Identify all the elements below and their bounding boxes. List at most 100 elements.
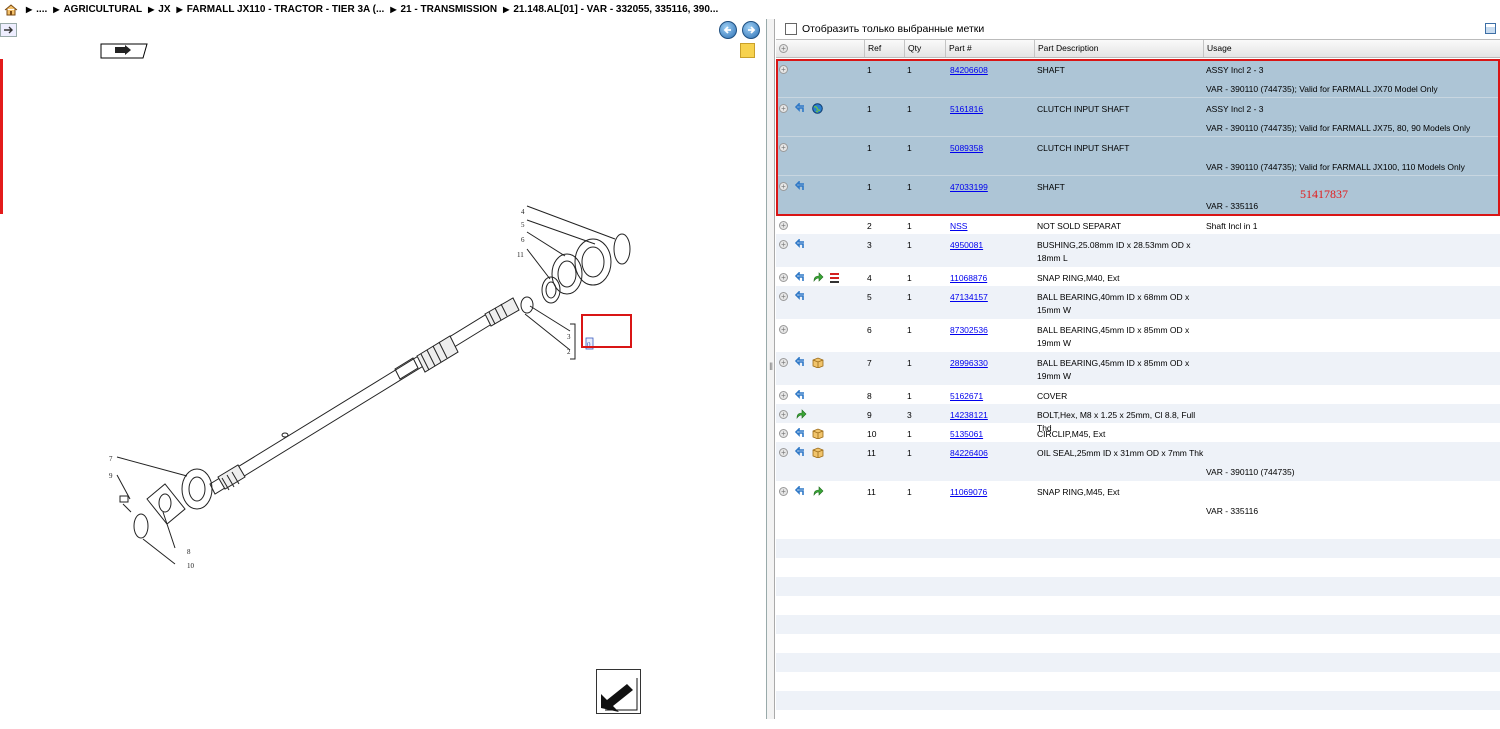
column-header-qty[interactable]: Qty xyxy=(904,40,946,57)
part-number-link[interactable]: 5135061 xyxy=(950,429,983,439)
table-row[interactable]: +3 1 4950081 BUSHING,25.08mm ID x 28.53mm O… xyxy=(776,234,1500,267)
list-red-icon[interactable] xyxy=(829,272,840,283)
replace-arrow-icon[interactable] xyxy=(794,271,806,283)
forward-green-icon[interactable] xyxy=(795,409,807,420)
part-number-link[interactable]: 5161816 xyxy=(950,104,983,114)
empty-row xyxy=(776,672,1500,691)
callout-label: 6 xyxy=(521,236,525,244)
expand-row-icon[interactable]: + xyxy=(779,182,788,191)
part-number-link[interactable]: 28996330 xyxy=(950,358,988,368)
show-selected-checkbox[interactable] xyxy=(785,23,797,35)
replace-arrow-icon[interactable] xyxy=(794,356,806,368)
breadcrumb-item[interactable]: 21.148.AL[01] - VAR - 332055, 335116, 39… xyxy=(513,4,718,15)
table-row[interactable]: +1 1 47033199 SHAFT VAR - 335116 xyxy=(776,176,1500,215)
part-number-link[interactable]: 84206608 xyxy=(950,65,988,75)
box-icon[interactable] xyxy=(812,428,824,440)
table-row[interactable]: +1 1 5089358 CLUTCH INPUT SHAFT VAR - 390110… xyxy=(776,137,1500,176)
table-row[interactable]: +6 1 87302536 BALL BEARING,45mm ID x 85mm O… xyxy=(776,319,1500,352)
table-row[interactable]: +5 1 47134157 BALL BEARING,40mm ID x 68mm O… xyxy=(776,286,1500,319)
expand-row-icon[interactable]: + xyxy=(779,448,788,457)
forward-green-icon[interactable] xyxy=(812,272,824,283)
part-number-link[interactable]: 11069076 xyxy=(950,487,987,497)
ref-cell: 11 xyxy=(867,448,876,458)
table-row[interactable]: +1 1 84206608 SHAFT ASSY Incl 2 - 3 VAR - 390… xyxy=(776,59,1500,98)
globe-icon[interactable] xyxy=(812,103,823,114)
table-row[interactable]: +11 1 84226406 OIL SEAL,25mm ID x 31mm OD x… xyxy=(776,442,1500,481)
description-cell: CIRCLIP,M45, Ext xyxy=(1037,429,1106,439)
expand-row-icon[interactable]: + xyxy=(779,292,788,301)
part-number-link[interactable]: 4950081 xyxy=(950,240,983,250)
column-header-ref[interactable]: Ref xyxy=(864,40,906,57)
description-cell: OIL SEAL,25mm ID x 31mm OD x 7mm Thk xyxy=(1037,448,1204,458)
part-number-link[interactable]: 14238121 xyxy=(950,410,988,420)
description-cell: NOT SOLD SEPARAT xyxy=(1037,221,1122,231)
replace-arrow-icon[interactable] xyxy=(794,485,806,497)
expand-row-icon[interactable]: + xyxy=(779,104,788,113)
parts-toolbar: Отобразить только выбранные метки xyxy=(776,19,1500,39)
expand-row-icon[interactable]: + xyxy=(779,391,788,400)
expand-row-icon[interactable]: + xyxy=(779,358,788,367)
expand-row-icon[interactable]: + xyxy=(779,410,788,419)
breadcrumb-item[interactable]: 21 - TRANSMISSION xyxy=(400,4,497,15)
table-row[interactable]: +8 1 5162671 COVER xyxy=(776,385,1500,404)
home-icon[interactable] xyxy=(4,3,18,16)
part-number-link[interactable]: 5162671 xyxy=(950,391,983,401)
description-cell: CLUTCH INPUT SHAFT xyxy=(1037,143,1130,153)
replace-arrow-icon[interactable] xyxy=(794,290,806,302)
breadcrumb-item[interactable]: JX xyxy=(158,4,170,15)
replace-arrow-icon[interactable] xyxy=(794,389,806,401)
breadcrumb-item[interactable]: FARMALL JX110 - TRACTOR - TIER 3A (... xyxy=(187,4,385,15)
table-row[interactable]: +1 1 5161816 CLUTCH INPUT SHAFT ASSY Incl 2 … xyxy=(776,98,1500,137)
expand-row-icon[interactable]: + xyxy=(779,325,788,334)
expand-row-icon[interactable]: + xyxy=(779,240,788,249)
callout-label: 4 xyxy=(521,208,525,216)
expand-row-icon[interactable]: + xyxy=(779,143,788,152)
table-settings-icon[interactable] xyxy=(1485,23,1496,34)
expand-row-icon[interactable]: + xyxy=(779,273,788,282)
breadcrumb-item[interactable]: .... xyxy=(36,4,47,15)
breadcrumb-item[interactable]: AGRICULTURAL xyxy=(63,4,142,15)
expand-row-icon[interactable]: + xyxy=(779,429,788,438)
table-row[interactable]: +2 1 NSS NOT SOLD SEPARAT Shaft Incl in 1 xyxy=(776,215,1500,234)
usage-cell: VAR - 390110 (744735); Valid for FARMALL… xyxy=(1206,123,1471,133)
forward-green-icon[interactable] xyxy=(812,486,824,497)
column-header-part[interactable]: Part # xyxy=(945,40,1036,57)
part-number-link[interactable]: 84226406 xyxy=(950,448,988,458)
usage-cell: VAR - 390110 (744735) xyxy=(1206,467,1295,477)
exit-diagram-button[interactable] xyxy=(596,669,641,714)
collapse-sidebar-button[interactable] xyxy=(0,23,17,37)
column-header-description[interactable]: Part Description xyxy=(1034,40,1204,57)
column-header-usage[interactable]: Usage xyxy=(1203,40,1500,57)
table-row[interactable]: +11 1 11069076 SNAP RING,M45, Ext VAR - 3351… xyxy=(776,481,1500,520)
expand-row-icon[interactable]: + xyxy=(779,487,788,496)
table-row[interactable]: +4 1 11068876 SNAP RING,M40, Ext xyxy=(776,267,1500,286)
empty-row xyxy=(776,691,1500,710)
table-row[interactable]: +7 1 28996330 BALL BEARING,45mm ID x 85mm O… xyxy=(776,352,1500,385)
box-icon[interactable] xyxy=(812,357,824,369)
part-number-link[interactable]: 5089358 xyxy=(950,143,983,153)
table-row[interactable]: +9 3 14238121 BOLT,Hex, M8 x 1.25 x 25mm, C… xyxy=(776,404,1500,433)
expand-row-icon[interactable]: + xyxy=(779,221,788,230)
part-number-link[interactable]: 47033199 xyxy=(950,182,988,192)
qty-cell: 3 xyxy=(907,410,912,420)
diagram-thumbnail-icon[interactable] xyxy=(99,43,149,59)
part-number-link[interactable]: 47134157 xyxy=(950,292,988,302)
diagram-pane: 4 5 6 11 3 2 7 9 8 10 0 xyxy=(0,19,767,719)
part-number-link[interactable]: 87302536 xyxy=(950,325,988,335)
replace-arrow-icon[interactable] xyxy=(794,180,806,192)
replace-arrow-icon[interactable] xyxy=(794,102,806,114)
table-row[interactable]: +10 1 5135061 CIRCLIP,M45, Ext xyxy=(776,423,1500,442)
arrow-left-icon[interactable] xyxy=(719,21,737,39)
replace-arrow-icon[interactable] xyxy=(794,427,806,439)
ref-cell: 7 xyxy=(867,358,872,368)
replace-arrow-icon[interactable] xyxy=(794,446,806,458)
replace-arrow-icon[interactable] xyxy=(794,238,806,250)
callout-label: 5 xyxy=(521,221,525,229)
expand-all-icon[interactable]: + xyxy=(779,44,788,53)
note-icon[interactable] xyxy=(740,43,755,58)
arrow-right-icon[interactable] xyxy=(742,21,760,39)
part-number-link[interactable]: 11068876 xyxy=(950,273,987,283)
box-icon[interactable] xyxy=(812,447,824,459)
expand-row-icon[interactable]: + xyxy=(779,65,788,74)
part-number-link[interactable]: NSS xyxy=(950,221,967,231)
